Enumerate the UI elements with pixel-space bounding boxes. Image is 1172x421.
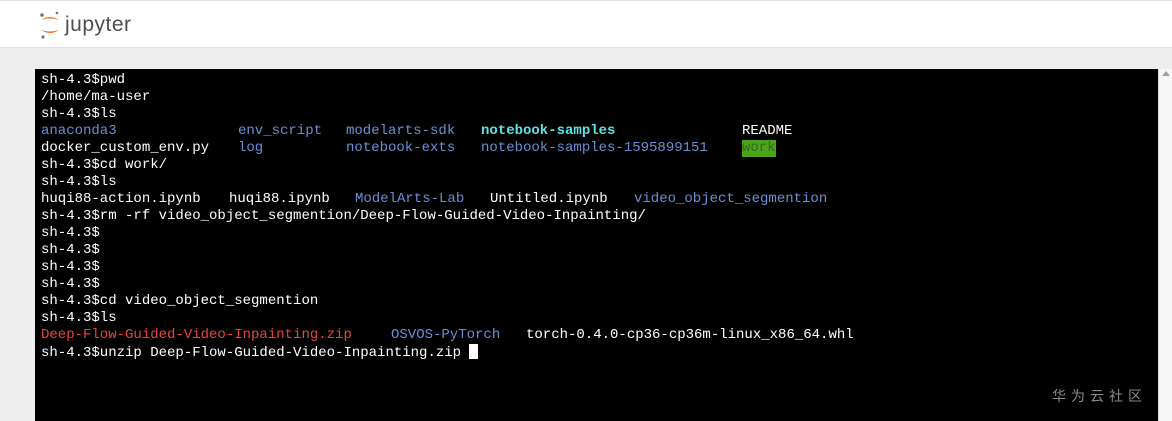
terminal-command-line[interactable]: sh-4.3$unzip Deep-Flow-Guided-Video-Inpa… [41,344,1158,361]
terminal-line: sh-4.3$ [41,276,100,292]
terminal-line: sh-4.3$cd work/ [41,157,168,173]
ls-entry-directory: video_object_segmention [634,191,828,207]
scroll-up-arrow-icon[interactable] [1162,71,1170,76]
terminal[interactable]: sh-4.3$pwd /home/ma-user sh-4.3$ls anaco… [35,69,1158,421]
ls-entry-file: torch-0.4.0-cp36-cp36m-linux_x86_64.whl [526,327,854,343]
ls-entry-directory: notebook-exts [346,140,456,156]
terminal-scrollbar[interactable] [1158,69,1172,421]
ls-entry-directory: notebook-samples-1595899151 [481,140,708,156]
terminal-line: sh-4.3$ [41,259,100,275]
ls-entry-directory: anaconda3 [41,123,117,139]
ls-entry-archive: Deep-Flow-Guided-Video-Inpainting.zip [41,327,352,343]
terminal-ls-row: docker_custom_env.py log notebook-exts n… [41,140,1158,157]
ls-entry-directory: log [238,140,264,156]
watermark: 华为云社区 [1052,389,1147,405]
jupyter-logo-text: jupyter [65,12,132,36]
terminal-ls-row: Deep-Flow-Guided-Video-Inpainting.zip OS… [41,327,1158,344]
ls-entry-file: huqi88.ipynb [229,191,330,207]
terminal-line: sh-4.3$ [41,225,100,241]
ls-entry-directory: ModelArts-Lab [355,191,465,207]
ls-entry-directory: modelarts-sdk [346,123,456,139]
ls-entry-directory: OSVOS-PyTorch [391,327,501,343]
terminal-line: sh-4.3$ls [41,310,117,326]
terminal-ls-row: anaconda3 env_script modelarts-sdk noteb… [41,123,1158,140]
jupyter-logo[interactable]: jupyter [38,10,132,40]
jupyter-logo-icon [38,10,62,40]
terminal-line: sh-4.3$pwd [41,72,126,88]
terminal-line: sh-4.3$ls [41,174,117,190]
terminal-ls-row: huqi88-action.ipynb huqi88.ipynb ModelAr… [41,191,1158,208]
terminal-line: /home/ma-user [41,89,151,105]
ls-entry-directory-highlighted: work [742,140,776,157]
ls-entry-file: Untitled.ipynb [490,191,608,207]
ls-entry-directory: env_script [238,123,323,139]
terminal-cursor [469,344,479,359]
terminal-line: sh-4.3$ls [41,106,117,122]
terminal-line: sh-4.3$ [41,242,100,258]
terminal-command-text: sh-4.3$unzip Deep-Flow-Guided-Video-Inpa… [41,345,470,361]
terminal-line: sh-4.3$cd video_object_segmention [41,293,319,309]
ls-entry-file: docker_custom_env.py [41,140,210,156]
jupyter-header: jupyter [0,0,1172,48]
ls-entry-file: huqi88-action.ipynb [41,191,201,207]
ls-entry-file: README [742,123,793,139]
terminal-line: sh-4.3$rm -rf video_object_segmention/De… [41,208,646,224]
ls-entry-directory: notebook-samples [481,123,616,139]
